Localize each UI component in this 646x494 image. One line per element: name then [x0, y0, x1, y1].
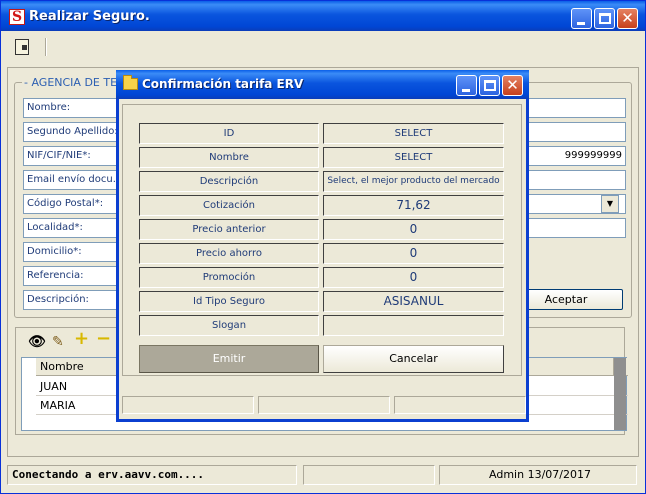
main-toolbar — [9, 35, 629, 61]
app-logo-icon: S — [9, 9, 25, 25]
key-descripcion: Descripción — [139, 171, 319, 192]
status-panel-empty — [303, 465, 435, 485]
key-id-tipo-seguro: Id Tipo Seguro — [139, 291, 319, 312]
close-icon: ✕ — [621, 9, 634, 27]
connection-status: Conectando a erv.aavv.com.... — [7, 465, 297, 485]
minus-icon[interactable]: − — [96, 330, 111, 348]
key-id: ID — [139, 123, 319, 144]
toolbar-separator — [45, 38, 47, 56]
value-id-tipo-seguro: ASISANUL — [323, 291, 504, 312]
value-nombre: SELECT — [323, 147, 504, 168]
maximize-icon — [484, 80, 496, 91]
dialog-status-panel-3 — [394, 396, 526, 414]
field-label-descripcion: Descripción: — [23, 290, 127, 310]
close-icon: ✕ — [506, 76, 519, 94]
dialog-title-bar[interactable]: Confirmación tarifa ERV ✕ — [116, 70, 529, 99]
key-precio-ahorro: Precio ahorro — [139, 243, 319, 264]
dialog-close-button[interactable]: ✕ — [502, 75, 523, 96]
maximize-icon — [599, 13, 611, 24]
grid-scrollbar[interactable] — [614, 358, 626, 430]
value-cotizacion: 71,62 — [323, 195, 504, 216]
plus-icon[interactable]: + — [74, 330, 89, 348]
field-label-codigo-postal: Código Postal*: — [23, 194, 127, 214]
value-precio-ahorro: 0 — [323, 243, 504, 264]
maximize-button[interactable] — [594, 8, 615, 29]
value-promocion: 0 — [323, 267, 504, 288]
dialog-status-bar — [122, 396, 526, 416]
dialog-maximize-button[interactable] — [479, 75, 500, 96]
minimize-icon — [462, 89, 470, 92]
cancel-button[interactable]: Cancelar — [323, 345, 504, 373]
nombre-input[interactable] — [528, 98, 626, 118]
dialog-minimize-button[interactable] — [456, 75, 477, 96]
key-precio-anterior: Precio anterior — [139, 219, 319, 240]
segundo-apellido-input[interactable] — [528, 122, 626, 142]
minimize-icon — [577, 22, 585, 25]
field-label-email: Email envío docu.*: — [23, 170, 127, 190]
key-nombre: Nombre — [139, 147, 319, 168]
field-label-localidad: Localidad*: — [23, 218, 127, 238]
tariff-confirmation-dialog: Confirmación tarifa ERV ✕ ID SELECT Nomb… — [116, 70, 529, 422]
window-title: Realizar Seguro. — [29, 9, 150, 24]
field-label-segundo-apellido: Segundo Apellido: — [23, 122, 127, 142]
dialog-status-panel-2 — [258, 396, 390, 414]
status-bar: Conectando a erv.aavv.com.... Admin 13/0… — [7, 465, 639, 487]
email-input[interactable] — [528, 170, 626, 190]
key-cotizacion: Cotización — [139, 195, 319, 216]
eye-icon[interactable]: 👁 — [28, 335, 46, 349]
field-label-nif: NIF/CIF/NIE*: — [23, 146, 127, 166]
main-title-bar[interactable]: S Realizar Seguro. ✕ — [1, 1, 645, 31]
value-slogan — [323, 315, 504, 336]
agency-group-label: - AGENCIA DE TES — [22, 76, 122, 89]
minimize-button[interactable] — [571, 8, 592, 29]
localidad-input[interactable] — [528, 218, 626, 238]
nif-input[interactable]: 999999999 — [528, 146, 626, 166]
emit-button[interactable]: Emitir — [139, 345, 319, 373]
key-slogan: Slogan — [139, 315, 319, 336]
dialog-title: Confirmación tarifa ERV — [142, 77, 304, 91]
field-label-referencia: Referencia: — [23, 266, 127, 286]
dialog-status-panel-1 — [122, 396, 254, 414]
close-button[interactable]: ✕ — [617, 8, 638, 29]
user-date-status: Admin 13/07/2017 — [439, 465, 637, 485]
document-icon[interactable] — [15, 39, 29, 55]
field-label-domicilio: Domicilio*: — [23, 242, 127, 262]
chevron-down-icon[interactable]: ▼ — [601, 195, 619, 213]
pencil-icon[interactable]: ✎ — [52, 335, 64, 349]
value-precio-anterior: 0 — [323, 219, 504, 240]
value-id: SELECT — [323, 123, 504, 144]
key-promocion: Promoción — [139, 267, 319, 288]
dialog-panel: ID SELECT Nombre SELECT Descripción Sele… — [122, 104, 522, 376]
value-descripcion: Select, el mejor producto del mercado — [323, 171, 504, 192]
folder-icon — [123, 75, 138, 90]
field-label-nombre: Nombre: — [23, 98, 127, 118]
